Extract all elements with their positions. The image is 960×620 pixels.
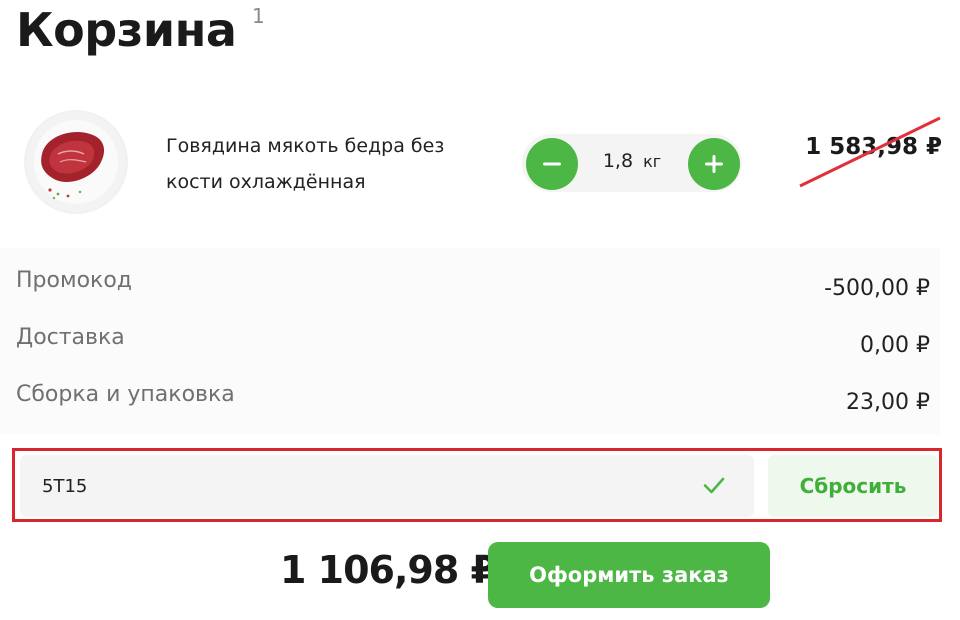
- minus-icon: [543, 162, 561, 166]
- quantity-number: 1,8: [602, 150, 634, 172]
- decrease-quantity-button[interactable]: [526, 138, 578, 190]
- quantity-value: 1,8 кг: [582, 150, 682, 172]
- product-image[interactable]: [24, 110, 128, 214]
- page-title: Корзина: [16, 3, 237, 57]
- plus-icon: [705, 155, 723, 173]
- promo-discount-value: -500,00 ₽: [824, 276, 930, 301]
- quantity-stepper: 1,8 кг: [522, 134, 742, 192]
- delivery-value: 0,00 ₽: [860, 333, 930, 358]
- order-total: 1 106,98 ₽: [280, 548, 497, 592]
- promo-label: Промокод: [16, 268, 132, 293]
- cart-item-count: 1: [252, 4, 265, 28]
- packing-value: 23,00 ₽: [846, 390, 930, 415]
- checkout-button[interactable]: Оформить заказ: [488, 542, 770, 608]
- packing-label: Сборка и упаковка: [16, 382, 235, 407]
- highlight-frame: [12, 448, 942, 522]
- price-strikethrough-line: [799, 116, 941, 188]
- delivery-label: Доставка: [16, 325, 125, 350]
- quantity-unit: кг: [643, 152, 662, 171]
- increase-quantity-button[interactable]: [688, 138, 740, 190]
- beef-steak-image: [26, 112, 126, 212]
- product-name[interactable]: Говядина мякоть бедра без кости охлаждён…: [166, 128, 486, 200]
